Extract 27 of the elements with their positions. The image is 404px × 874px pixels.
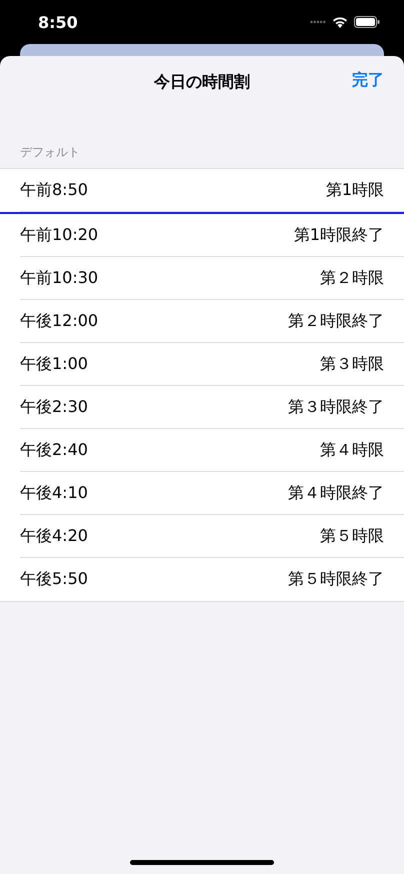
time-label: 午後2:40: [20, 440, 88, 460]
period-label: 第1時限終了: [294, 224, 384, 246]
time-label: 午後1:00: [20, 354, 88, 374]
section-header: デフォルト: [19, 144, 81, 161]
period-label: 第３時限終了: [288, 396, 384, 418]
battery-icon: [354, 16, 380, 28]
period-label: 第５時限: [320, 526, 384, 546]
time-label: 午前10:30: [20, 268, 98, 288]
period-label: 第２時限: [320, 268, 384, 288]
time-label: 午後4:10: [20, 482, 88, 504]
period-label: 第２時限終了: [288, 310, 384, 332]
period-label: 第４時限: [320, 440, 384, 460]
done-button[interactable]: 完了: [352, 70, 384, 91]
time-label: 午後5:50: [20, 569, 88, 590]
period-label: 第５時限終了: [288, 569, 384, 590]
time-label: 午前10:20: [20, 224, 98, 246]
period-label: 第1時限: [326, 180, 384, 200]
time-label: 午前8:50: [20, 180, 88, 200]
signal-icon: [310, 20, 326, 24]
sheet-title: 今日の時間割: [154, 72, 250, 92]
period-label: 第３時限: [320, 354, 384, 374]
wifi-icon: [332, 16, 348, 28]
status-time: 8:50: [38, 12, 78, 32]
time-label: 午後12:00: [20, 310, 98, 332]
time-label: 午後4:20: [20, 526, 88, 546]
period-label: 第４時限終了: [288, 482, 384, 504]
time-label: 午後2:30: [20, 396, 88, 418]
